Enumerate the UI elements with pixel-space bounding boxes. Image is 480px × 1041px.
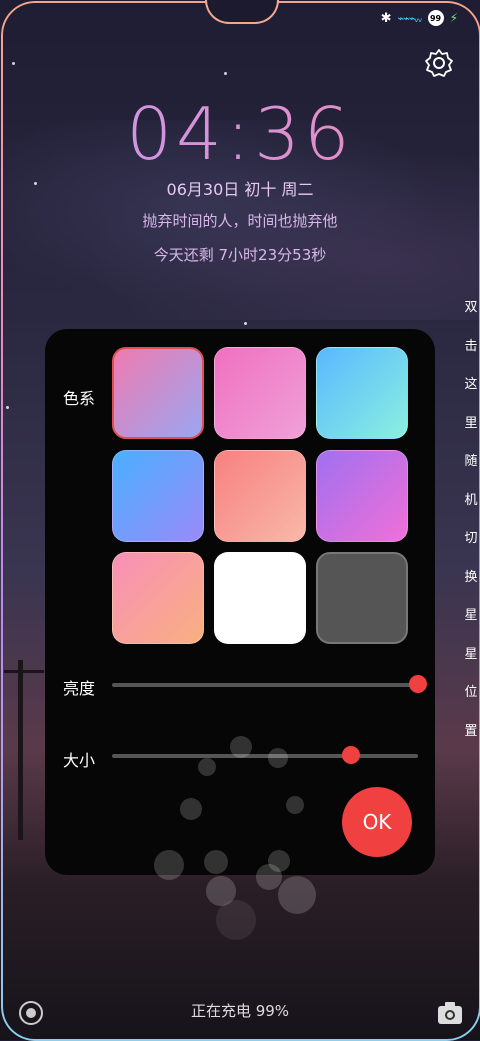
swatch-purple-magenta[interactable] — [316, 450, 408, 542]
side-hint-char: 切 — [464, 531, 478, 546]
side-hint-char: 随 — [464, 454, 478, 469]
bluetooth-icon: ✱ — [380, 10, 392, 26]
side-hint-char: 击 — [464, 338, 478, 354]
swatch-peach-pink[interactable] — [214, 450, 306, 542]
star — [224, 72, 227, 75]
side-hint: 双 击 这 里 随 机 切 换 星 星 位 置 — [460, 296, 480, 758]
ok-button[interactable]: OK — [342, 787, 412, 857]
swatch-peach-orange[interactable] — [112, 552, 204, 644]
side-hint-char: 机 — [464, 492, 478, 508]
charging-status: 正在充电 99% — [190, 1002, 290, 1020]
side-hint-char: 里 — [464, 415, 478, 431]
star — [244, 322, 247, 325]
bolt-icon: ⚡ — [449, 11, 458, 25]
side-hint-char: 双 — [464, 300, 478, 315]
swatch-cyan-teal[interactable] — [316, 347, 408, 439]
camera-icon[interactable] — [436, 1000, 464, 1026]
side-hint-char: 星 — [464, 608, 478, 623]
star — [12, 62, 15, 65]
brightness-label: 亮度 — [63, 679, 96, 698]
battery-icon: 99 — [427, 10, 444, 26]
swatch-pink-purple[interactable] — [112, 347, 204, 439]
size-slider-handle[interactable] — [341, 746, 360, 764]
brightness-slider-handle[interactable] — [409, 675, 427, 693]
brightness-slider[interactable] — [112, 683, 418, 687]
status-bar: ✱ ⌁⌁⌁ᵥᵥ 99 ⚡ — [381, 10, 458, 26]
star — [6, 406, 9, 409]
color-label: 色系 — [63, 389, 96, 408]
swatch-pink-magenta[interactable] — [214, 347, 306, 439]
power-pole-arm — [4, 670, 44, 673]
side-hint-char: 星 — [464, 646, 478, 662]
side-hint-char: 置 — [464, 723, 478, 739]
date-text: 06月30日 初十 周二 — [166, 180, 314, 199]
gear-icon[interactable] — [424, 48, 454, 78]
remaining-time: 今天还剩 7小时23分53秒 — [153, 246, 327, 264]
size-slider[interactable] — [112, 754, 418, 758]
side-hint-char: 这 — [464, 377, 478, 392]
settings-panel: 色系 亮度 大小 OK — [45, 329, 435, 875]
quote-text: 抛弃时间的人，时间也抛弃他 — [142, 212, 338, 230]
swatch-white[interactable] — [214, 552, 306, 644]
swatch-dark-gray[interactable] — [316, 552, 408, 644]
network-indicator: ⌁⌁⌁ᵥᵥ — [397, 11, 423, 25]
side-hint-char: 位 — [464, 685, 478, 700]
swatch-blue-violet[interactable] — [112, 450, 204, 542]
camera-notch — [205, 0, 279, 24]
power-pole — [18, 660, 23, 840]
side-hint-char: 换 — [464, 569, 478, 585]
size-label: 大小 — [63, 751, 96, 770]
clock-time: 04:36 — [0, 92, 480, 176]
